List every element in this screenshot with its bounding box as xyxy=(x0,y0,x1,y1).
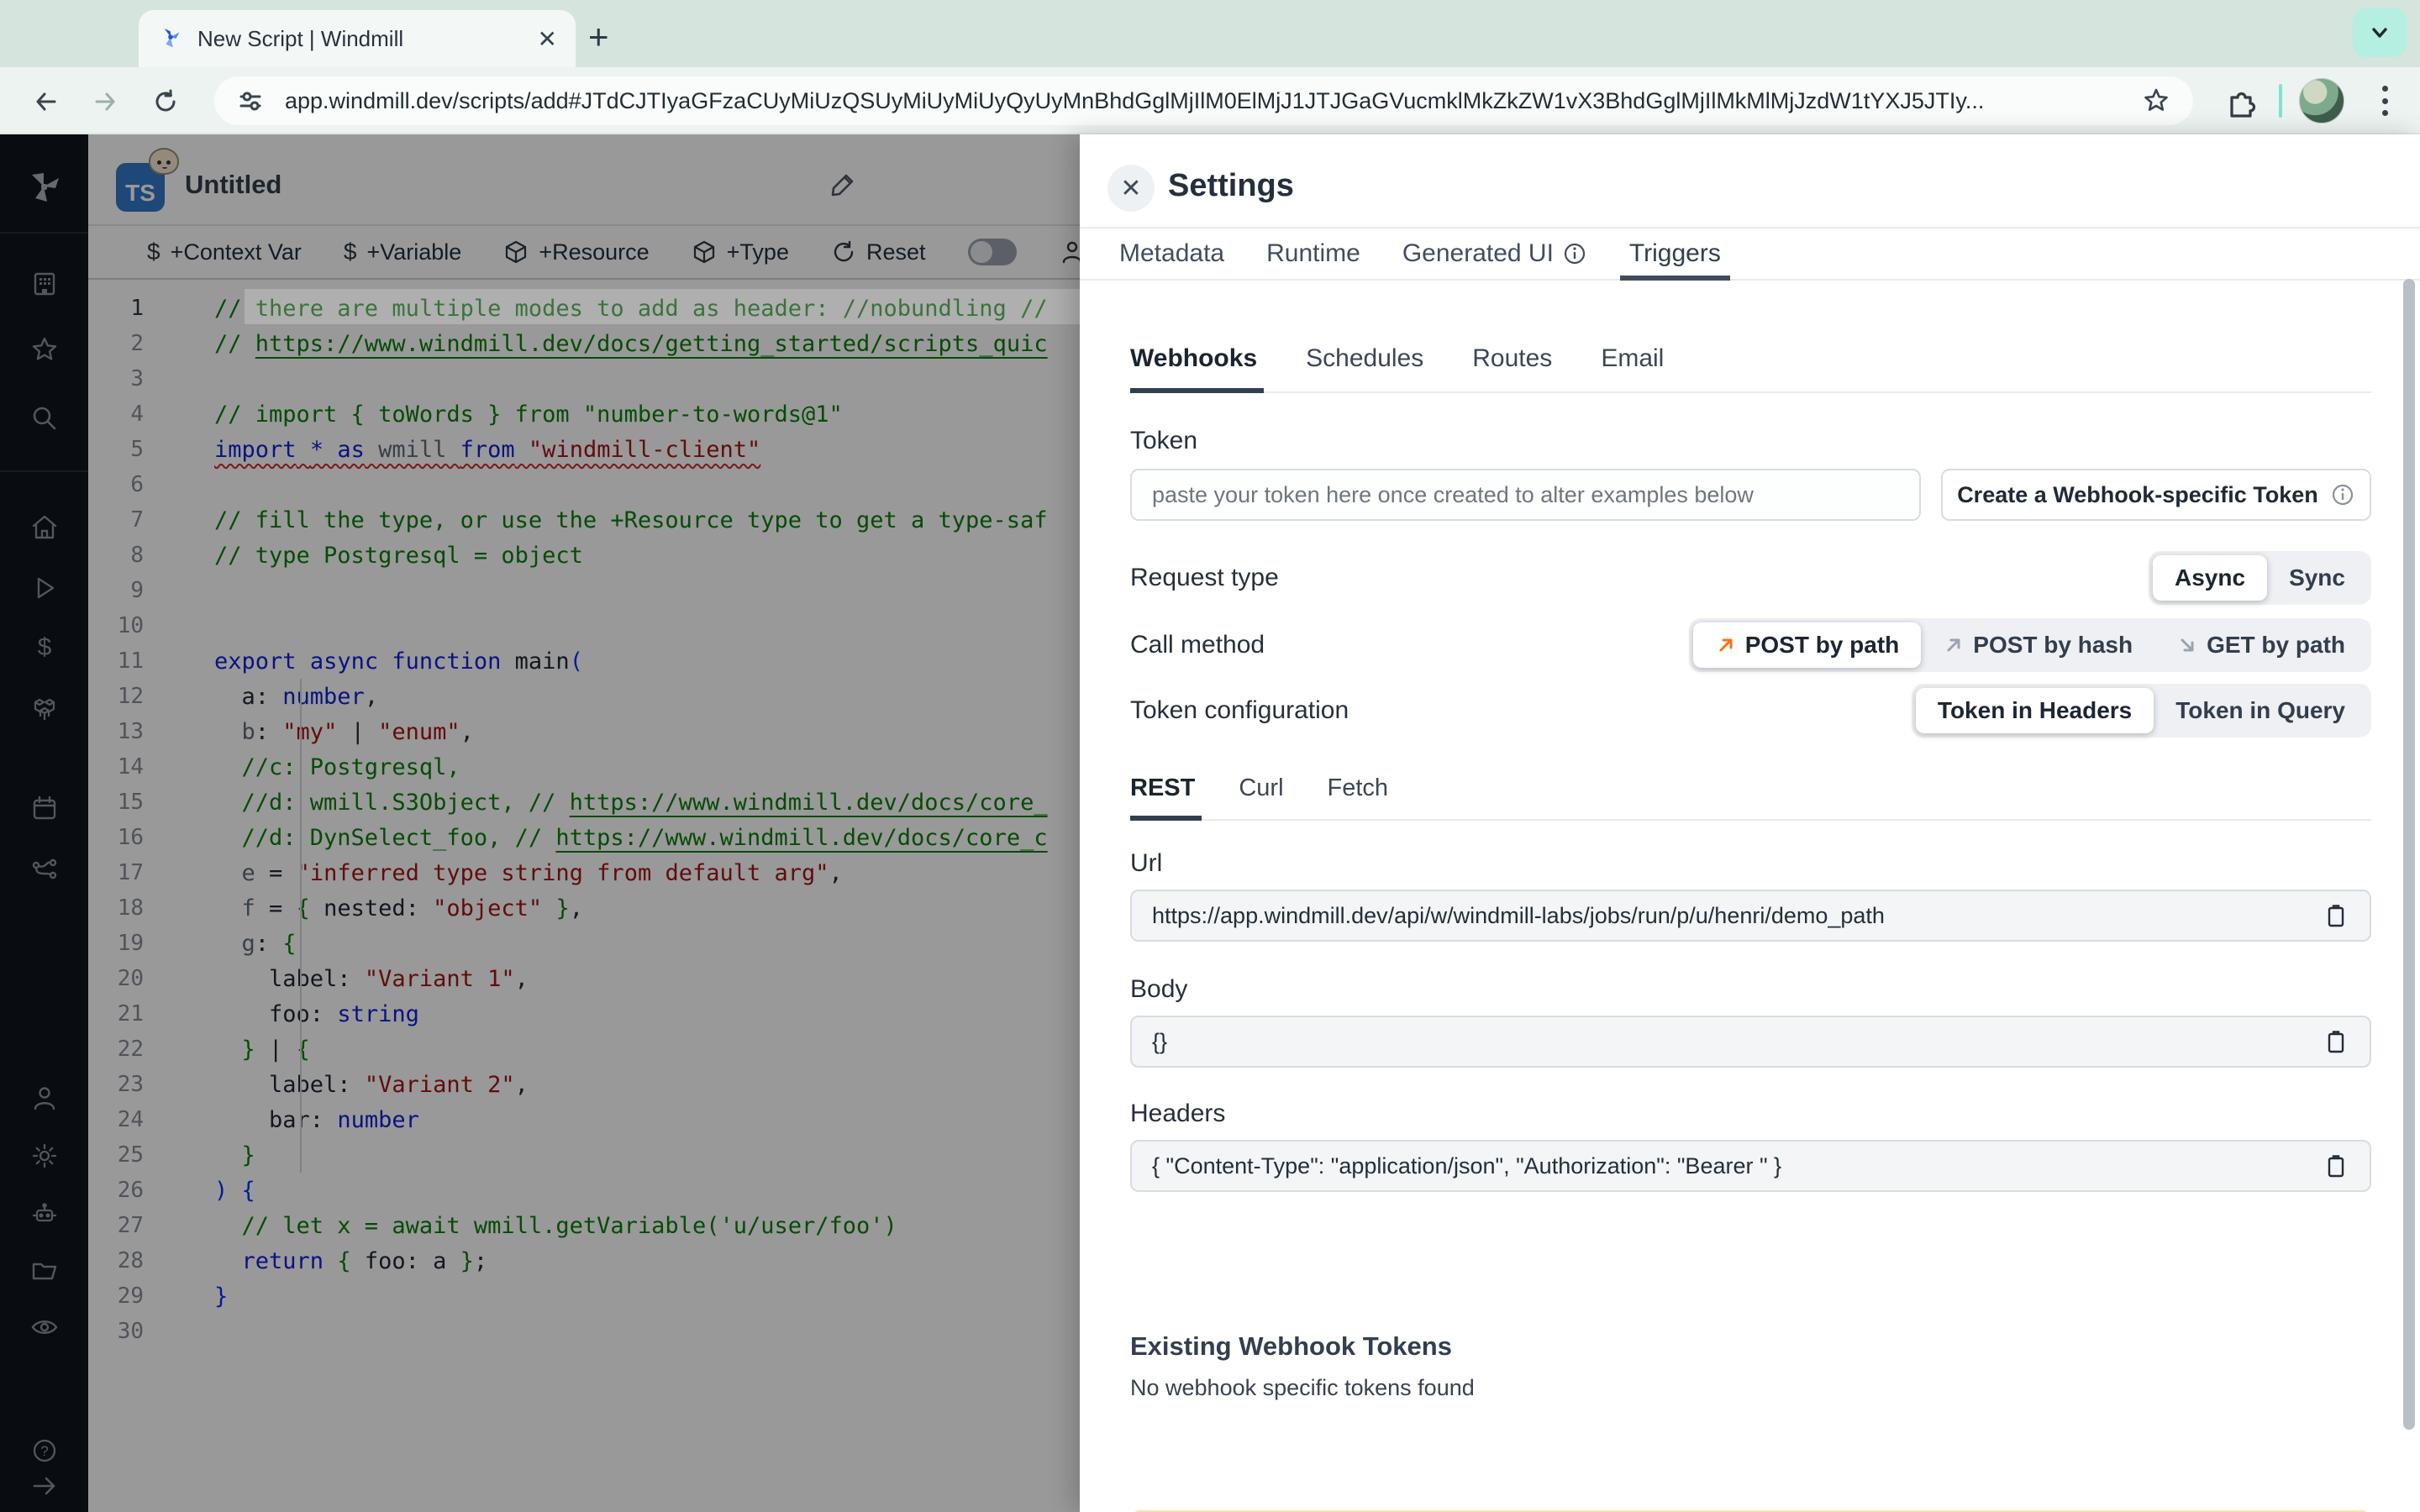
browser-url-row: app.windmill.dev/scripts/add#JTdCJTIyaGF… xyxy=(0,67,2420,134)
chrome-divider xyxy=(2279,84,2282,118)
token-configuration-label: Token configuration xyxy=(1130,696,1349,724)
modal-dim-overlay[interactable] xyxy=(0,134,1080,1512)
tab-title: New Script | Windmill xyxy=(197,25,404,51)
windmill-favicon-icon xyxy=(157,25,184,52)
page-content: $? TS Untitled $ +Context Var $ +Variabl… xyxy=(0,134,2420,1512)
subtab-routes[interactable]: Routes xyxy=(1472,344,1552,391)
request-type-sync[interactable]: Sync xyxy=(2267,555,2367,601)
token-in-headers-option[interactable]: Token in Headers xyxy=(1915,688,2154,733)
forward-icon[interactable] xyxy=(91,87,119,116)
url-text[interactable]: app.windmill.dev/scripts/add#JTdCJTIyaGF… xyxy=(285,88,2016,114)
call-method-get-by-path[interactable]: GET by path xyxy=(2154,622,2367,668)
settings-title: Settings xyxy=(1168,168,1294,203)
snippet-tab-fetch[interactable]: Fetch xyxy=(1328,774,1389,819)
request-type-async[interactable]: Async xyxy=(2153,555,2268,601)
token-in-query-option[interactable]: Token in Query xyxy=(2154,688,2367,733)
arrow-up-right-icon xyxy=(1947,638,1960,652)
subtab-email[interactable]: Email xyxy=(1601,344,1664,391)
copy-clipboard-icon[interactable] xyxy=(2323,1028,2349,1055)
snippet-tab-curl[interactable]: Curl xyxy=(1239,774,1283,819)
profile-avatar[interactable] xyxy=(2299,78,2344,123)
chevron-down-icon xyxy=(2372,28,2387,38)
webhook-url-field[interactable]: https://app.windmill.dev/api/w/windmill-… xyxy=(1130,890,2371,942)
snippet-tabs: REST Curl Fetch xyxy=(1130,774,2371,821)
webhook-headers-field[interactable]: { "Content-Type": "application/json", "A… xyxy=(1130,1140,2371,1192)
new-tab-button[interactable]: + xyxy=(588,19,609,55)
tab-runtime[interactable]: Runtime xyxy=(1245,228,1381,279)
site-settings-icon[interactable] xyxy=(236,87,265,115)
webhook-body-field[interactable]: {} xyxy=(1130,1016,2371,1068)
snippet-tab-rest[interactable]: REST xyxy=(1130,774,1202,821)
headers-label: Headers xyxy=(1130,1100,1226,1127)
request-type-label: Request type xyxy=(1130,564,1279,591)
subtab-schedules[interactable]: Schedules xyxy=(1306,344,1423,391)
call-method-post-by-path[interactable]: POST by path xyxy=(1692,622,1922,668)
token-configuration-segmented: Token in Headers Token in Query xyxy=(1911,684,2371,738)
browser-tab[interactable]: New Script | Windmill ✕ xyxy=(139,10,576,67)
browser-tabstrip: New Script | Windmill ✕ + xyxy=(0,0,2420,67)
chrome-caret-button[interactable] xyxy=(2353,8,2407,57)
url-bar[interactable]: app.windmill.dev/scripts/add#JTdCJTIyaGF… xyxy=(214,76,2193,125)
settings-content: Webhooks Schedules Routes Email Token Cr… xyxy=(1080,282,2420,1512)
call-method-post-by-hash[interactable]: POST by hash xyxy=(1921,622,2154,668)
bookmark-star-icon[interactable] xyxy=(2141,86,2171,116)
trigger-subtabs: Webhooks Schedules Routes Email xyxy=(1130,344,2371,393)
create-webhook-token-button[interactable]: Create a Webhook-specific Token xyxy=(1941,469,2371,521)
extensions-puzzle-icon[interactable] xyxy=(2225,86,2257,118)
info-icon xyxy=(1564,243,1586,265)
request-type-segmented: Async Sync xyxy=(2149,551,2371,605)
body-label: Body xyxy=(1130,975,1188,1003)
settings-tabs: Metadata Runtime Generated UI Triggers xyxy=(1080,227,2420,281)
reload-icon[interactable] xyxy=(151,87,180,116)
token-input[interactable] xyxy=(1130,469,1921,521)
copy-clipboard-icon[interactable] xyxy=(2323,902,2349,929)
info-icon xyxy=(2332,484,2353,506)
tab-generated-ui[interactable]: Generated UI xyxy=(1381,228,1608,279)
token-label: Token xyxy=(1130,427,1198,454)
tab-metadata[interactable]: Metadata xyxy=(1098,228,1245,279)
tab-triggers[interactable]: Triggers xyxy=(1608,228,1742,281)
call-method-segmented: POST by path POST by hash GET by path xyxy=(1688,618,2371,672)
existing-tokens-title: Existing Webhook Tokens xyxy=(1130,1331,1452,1361)
url-label: Url xyxy=(1130,849,1163,877)
panel-scrollbar[interactable] xyxy=(2403,279,2415,1430)
chrome-menu-icon[interactable] xyxy=(2376,82,2393,119)
existing-tokens-empty: No webhook specific tokens found xyxy=(1130,1375,1475,1400)
subtab-webhooks[interactable]: Webhooks xyxy=(1130,344,1265,393)
copy-clipboard-icon[interactable] xyxy=(2323,1152,2349,1179)
arrow-up-right-icon xyxy=(1719,638,1733,652)
back-icon[interactable] xyxy=(32,87,60,116)
arrow-down-right-icon xyxy=(2181,638,2194,652)
close-settings-button[interactable]: ✕ xyxy=(1107,165,1155,212)
call-method-label: Call method xyxy=(1130,631,1265,659)
settings-panel: ✕ Settings Metadata Runtime Generated UI… xyxy=(1080,134,2420,1512)
active-line-highlight xyxy=(245,289,1168,324)
tab-close-icon[interactable]: ✕ xyxy=(538,25,557,53)
